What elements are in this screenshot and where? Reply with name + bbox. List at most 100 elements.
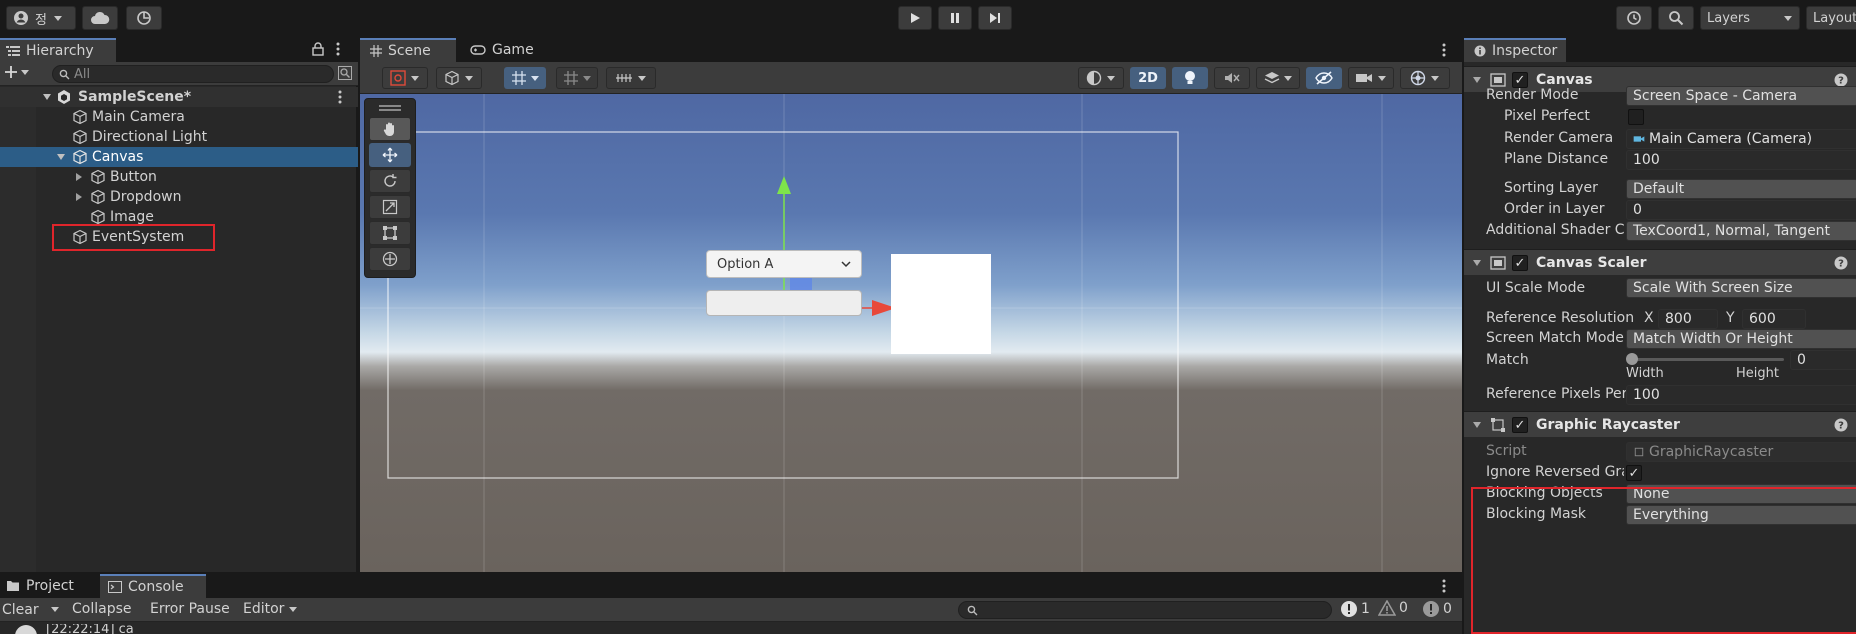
script-label: Script	[1486, 443, 1527, 459]
gizmos-button[interactable]	[1400, 67, 1450, 89]
lighting-toggle[interactable]	[1172, 67, 1208, 89]
tab-game[interactable]: Game	[464, 38, 554, 62]
hierarchy-search-input[interactable]: All	[52, 65, 334, 83]
help-icon[interactable]: ?	[1834, 256, 1848, 270]
tree-item-label: Canvas	[92, 149, 144, 165]
draw-mode-button[interactable]	[382, 67, 428, 89]
canvas-scaler-enabled-checkbox[interactable]: ✓	[1512, 255, 1528, 271]
tab-scene[interactable]: Scene	[360, 38, 456, 62]
scene-image-element[interactable]	[891, 254, 991, 354]
ignore-reversed-checkbox[interactable]: ✓	[1626, 465, 1642, 481]
render-mode-button[interactable]	[1078, 67, 1124, 89]
tab-inspector[interactable]: Inspector	[1464, 38, 1566, 62]
audio-toggle[interactable]	[1214, 67, 1250, 89]
layers-dropdown[interactable]: Layers	[1700, 6, 1800, 30]
match-input[interactable]: 0	[1790, 350, 1856, 370]
history-button[interactable]	[1616, 6, 1652, 30]
scene-item[interactable]: SampleScene*	[0, 87, 358, 107]
account-button[interactable]: 정	[6, 6, 76, 30]
match-slider-thumb[interactable]	[1626, 353, 1638, 365]
collapse-toggle[interactable]: Collapse	[72, 601, 132, 617]
pause-button[interactable]	[938, 6, 972, 30]
graphic-raycaster-header[interactable]: ✓ Graphic Raycaster ?	[1464, 411, 1856, 437]
tab-console[interactable]: Console	[100, 574, 206, 598]
rect-tool-button[interactable]	[369, 221, 411, 245]
tree-item-button[interactable]: Button	[74, 167, 157, 187]
kebab-menu-icon[interactable]	[336, 42, 340, 56]
shading-mode-button[interactable]	[436, 67, 482, 89]
tree-item-dropdown[interactable]: Dropdown	[74, 187, 181, 207]
kebab-menu-icon[interactable]	[1442, 579, 1446, 593]
tree-item-label: Image	[110, 209, 154, 225]
ui-scale-mode-dropdown[interactable]: Scale With Screen Size	[1626, 278, 1856, 298]
tab-hierarchy[interactable]: Hierarchy	[0, 38, 116, 62]
shader-channels-dropdown[interactable]: TexCoord1, Normal, Tangent	[1626, 221, 1856, 241]
eye-slash-icon	[1315, 71, 1333, 85]
sorting-layer-label: Sorting Layer	[1504, 180, 1598, 196]
screen-match-mode-dropdown[interactable]: Match Width Or Height	[1626, 329, 1856, 349]
hand-tool-button[interactable]	[369, 117, 411, 141]
reference-pixels-input[interactable]: 100	[1626, 385, 1856, 405]
clear-button[interactable]: Clear	[2, 600, 39, 620]
tab-project[interactable]: Project	[0, 574, 96, 598]
canvas-scaler-header[interactable]: ✓ Canvas Scaler ?	[1464, 249, 1856, 275]
info-filter-toggle[interactable]: 0	[1422, 600, 1452, 618]
project-tab-label: Project	[26, 578, 74, 594]
move-tool-button[interactable]	[369, 143, 411, 167]
transform-tool-button[interactable]	[369, 247, 411, 271]
scene-dropdown-element[interactable]: Option A	[706, 250, 862, 278]
foldout-arrow-icon[interactable]	[1472, 420, 1482, 430]
editor-dropdown[interactable]: Editor	[243, 601, 298, 617]
foldout-arrow-icon[interactable]	[1472, 258, 1482, 268]
match-label: Match	[1486, 352, 1529, 368]
render-camera-field[interactable]: Main Camera (Camera)	[1626, 129, 1856, 149]
scene-kebab-icon[interactable]	[338, 90, 342, 104]
kebab-menu-icon[interactable]	[1442, 43, 1446, 57]
tree-item-canvas[interactable]: Canvas	[0, 147, 358, 167]
camera-settings-button[interactable]	[1348, 67, 1394, 89]
foldout-arrow-icon[interactable]	[1472, 75, 1482, 85]
tree-item-main-camera[interactable]: Main Camera	[72, 107, 185, 127]
clear-label: Clear	[2, 602, 39, 618]
layout-dropdown[interactable]: Layout	[1806, 6, 1856, 30]
scale-tool-button[interactable]	[369, 195, 411, 219]
snap-increment-button[interactable]	[556, 67, 598, 89]
canvas-enabled-checkbox[interactable]: ✓	[1512, 72, 1528, 88]
error-filter-toggle[interactable]: 1	[1340, 600, 1370, 618]
play-button[interactable]	[898, 6, 932, 30]
mode-2d-button[interactable]: 2D	[1130, 67, 1166, 89]
effects-button[interactable]	[1256, 67, 1300, 89]
scene-button-element[interactable]	[706, 290, 862, 316]
visibility-toggle[interactable]	[1306, 67, 1342, 89]
error-pause-toggle[interactable]: Error Pause	[150, 601, 230, 617]
ref-y-input[interactable]: 600	[1742, 309, 1806, 329]
ref-x-input[interactable]: 800	[1658, 309, 1718, 329]
cloud-button[interactable]	[82, 6, 118, 30]
scene-viewport[interactable]: Option A	[360, 94, 1462, 572]
plane-distance-input[interactable]: 100	[1626, 150, 1856, 170]
search-button[interactable]	[1658, 6, 1694, 30]
scene-search-icon[interactable]	[338, 66, 352, 80]
ruler-button[interactable]	[606, 67, 656, 89]
warning-count: 0	[1399, 600, 1408, 616]
match-slider-track[interactable]	[1630, 358, 1784, 361]
console-search-input[interactable]	[958, 601, 1332, 619]
grid-snap-button[interactable]	[504, 67, 546, 89]
render-mode-dropdown[interactable]: Screen Space - Camera	[1626, 86, 1856, 106]
warning-filter-toggle[interactable]: 0	[1378, 600, 1408, 616]
console-log-entry[interactable]: [22:22:14] ca	[14, 624, 134, 634]
pixel-perfect-checkbox[interactable]	[1628, 109, 1644, 125]
raycaster-enabled-checkbox[interactable]: ✓	[1512, 417, 1528, 433]
help-icon[interactable]: ?	[1834, 73, 1848, 87]
ref-x-value: 800	[1665, 311, 1692, 327]
tree-item-directional-light[interactable]: Directional Light	[72, 127, 207, 147]
clear-options-chevron-icon[interactable]	[50, 604, 60, 614]
rotate-tool-button[interactable]	[369, 169, 411, 193]
add-button[interactable]	[4, 65, 30, 79]
lock-icon[interactable]	[312, 42, 324, 56]
order-in-layer-input[interactable]: 0	[1626, 200, 1856, 220]
help-icon[interactable]: ?	[1834, 418, 1848, 432]
collab-button[interactable]	[126, 6, 162, 30]
sorting-layer-dropdown[interactable]: Default	[1626, 179, 1856, 199]
step-button[interactable]	[978, 6, 1012, 30]
